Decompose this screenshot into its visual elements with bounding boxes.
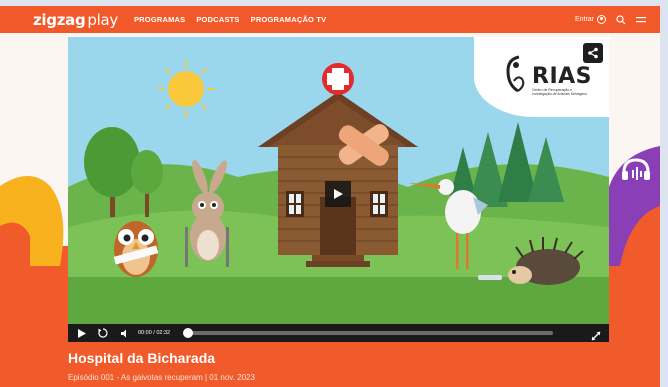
zigzag-play-logo[interactable]: zigzag play bbox=[33, 11, 118, 29]
rias-logo-subtitle: Centro de Recuperação e Investigação de … bbox=[532, 88, 588, 96]
chameleon-logo-icon bbox=[506, 55, 525, 93]
rias-logo-text: RIAS bbox=[532, 64, 592, 89]
time-display: 00:00 / 02:32 bbox=[138, 330, 171, 336]
login-label: Entrar bbox=[574, 16, 594, 23]
nav-programas[interactable]: PROGRAMAS bbox=[134, 15, 185, 24]
search-icon[interactable] bbox=[616, 14, 626, 25]
nav-podcasts[interactable]: PODCASTS bbox=[196, 15, 239, 24]
play-icon bbox=[334, 189, 343, 199]
login-button[interactable]: Entrar bbox=[575, 15, 606, 24]
play-control[interactable] bbox=[72, 324, 90, 342]
episode-title: Hospital da Bicharada bbox=[68, 350, 216, 366]
menu-icon[interactable] bbox=[636, 16, 646, 24]
episode-subtitle: Episódio 001 - As gaivotas recuperam | 0… bbox=[68, 373, 255, 382]
share-icon bbox=[588, 47, 598, 59]
replay-icon bbox=[98, 328, 108, 338]
top-navigation-bar: zigzag play PROGRAMAS PODCASTS PROGRAMAÇÃ… bbox=[0, 6, 660, 33]
progress-bar[interactable] bbox=[183, 328, 553, 338]
user-icon bbox=[597, 15, 606, 24]
share-button[interactable] bbox=[583, 43, 603, 63]
player-controls: 00:00 / 02:32 bbox=[68, 324, 609, 342]
replay-control[interactable] bbox=[94, 324, 112, 342]
volume-icon bbox=[120, 329, 126, 337]
progress-knob[interactable] bbox=[183, 328, 193, 338]
nav-programacao-tv[interactable]: PROGRAMAÇÃO TV bbox=[251, 15, 327, 24]
page-frame: zigzag play PROGRAMAS PODCASTS PROGRAMAÇÃ… bbox=[0, 6, 660, 387]
header-tools: Entrar bbox=[575, 6, 646, 33]
play-icon bbox=[77, 328, 86, 338]
fullscreen-button[interactable] bbox=[591, 328, 601, 342]
volume-control[interactable] bbox=[116, 324, 134, 342]
center-play-button[interactable] bbox=[325, 181, 351, 207]
fullscreen-icon bbox=[591, 331, 601, 341]
video-player[interactable]: RIAS Centro de Recuperação e Investigaçã… bbox=[68, 37, 609, 342]
main-nav: PROGRAMAS PODCASTS PROGRAMAÇÃO TV bbox=[134, 15, 326, 24]
